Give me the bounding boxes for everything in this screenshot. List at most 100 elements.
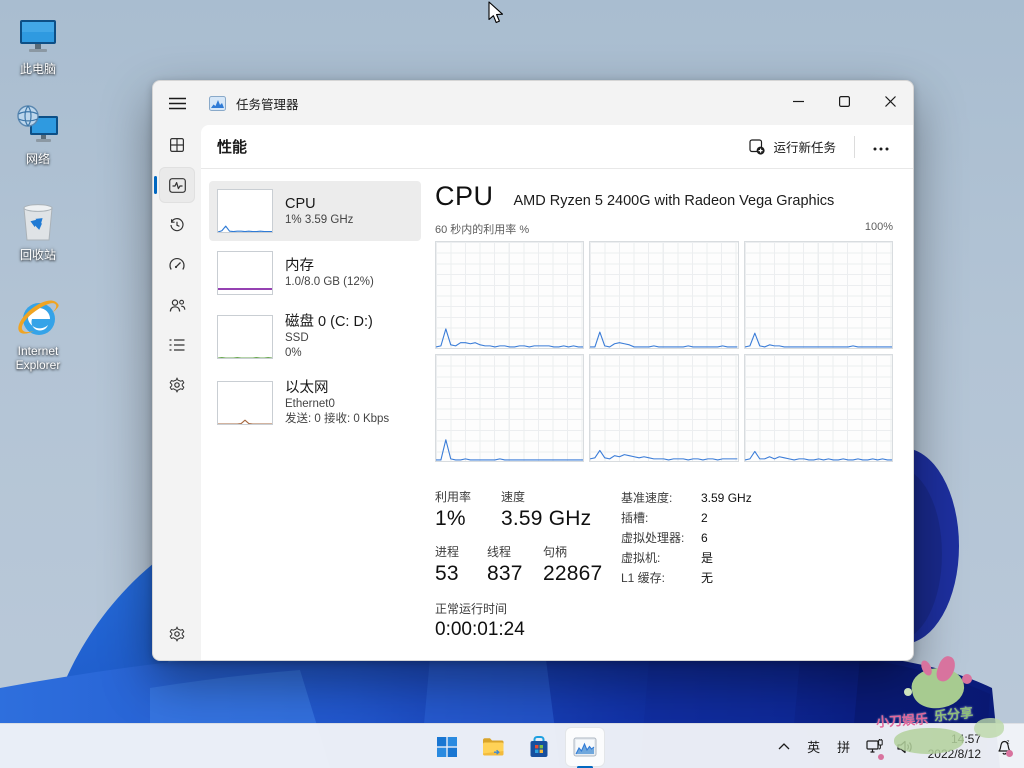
task-manager-window: 任务管理器 xyxy=(152,80,914,661)
window-title: 任务管理器 xyxy=(236,94,299,113)
history-clock-icon xyxy=(169,217,185,233)
core-chart-2 xyxy=(744,241,893,349)
desktop-icon-label: 网络 xyxy=(2,152,74,166)
desktop-icon-label: Internet Explorer xyxy=(2,344,74,372)
clock[interactable]: 14:57 2022/8/12 xyxy=(922,732,987,762)
services-cog-icon xyxy=(169,377,185,393)
perf-item-stat: SSD xyxy=(285,331,373,346)
perf-item-memory[interactable]: 内存 1.0/8.0 GB (12%) xyxy=(209,243,421,303)
perf-item-name: 以太网 xyxy=(285,379,389,397)
stat-label: 速度 xyxy=(501,488,591,505)
run-new-task-button[interactable]: 运行新任务 xyxy=(739,131,846,162)
maximize-button[interactable] xyxy=(821,81,867,121)
titlebar: 任务管理器 xyxy=(153,81,913,125)
tray-chevron-button[interactable] xyxy=(771,729,797,765)
ime-mode-button[interactable]: 英 xyxy=(801,729,827,765)
network-icon xyxy=(14,102,62,150)
nav-settings[interactable] xyxy=(153,614,201,654)
chart-axis-caption: 60 秒内的利用率 % xyxy=(435,221,529,237)
ellipsis-icon xyxy=(873,147,889,151)
menu-hamburger-button[interactable] xyxy=(153,81,201,125)
window-controls xyxy=(775,81,913,121)
startup-gauge-icon xyxy=(169,257,185,273)
volume-tray-button[interactable] xyxy=(892,729,918,765)
notification-center-button[interactable]: z xyxy=(991,729,1018,765)
run-new-task-icon xyxy=(749,139,765,155)
desktop-icon-label: 此电脑 xyxy=(2,62,74,76)
uptime-label: 正常运行时间 xyxy=(435,600,621,617)
this-pc-icon xyxy=(14,12,62,60)
close-icon xyxy=(885,96,896,107)
ethernet-mini-chart xyxy=(217,381,273,425)
nav-processes[interactable] xyxy=(153,125,201,165)
stat-label: 线程 xyxy=(487,543,529,560)
run-new-task-label: 运行新任务 xyxy=(773,137,836,156)
cpu-panel: CPU AMD Ryzen 5 2400G with Radeon Vega G… xyxy=(435,181,893,641)
minimize-button[interactable] xyxy=(775,81,821,121)
chevron-up-icon xyxy=(778,743,790,750)
ime-name-label: 拼 xyxy=(837,737,850,756)
ime-name-button[interactable]: 拼 xyxy=(831,729,857,765)
perf-item-name: 内存 xyxy=(285,257,374,275)
core-chart-5 xyxy=(744,354,893,462)
uptime-value: 0:00:01:24 xyxy=(435,619,621,641)
clock-time: 14:57 xyxy=(928,732,981,747)
mouse-cursor xyxy=(488,1,505,25)
network-tray-button[interactable] xyxy=(861,729,888,765)
nav-startup-apps[interactable] xyxy=(153,245,201,285)
perf-item-ethernet[interactable]: 以太网 Ethernet0 发送: 0 接收: 0 Kbps xyxy=(209,371,421,435)
stat-label: 利用率 xyxy=(435,488,487,505)
performance-list: CPU 1% 3.59 GHz 内存 1.0/8.0 GB (12%) 磁盘 xyxy=(209,181,421,437)
minimize-icon xyxy=(793,96,804,107)
cpu-mini-chart xyxy=(217,189,273,233)
perf-item-disk[interactable]: 磁盘 0 (C: D:) SSD 0% xyxy=(209,305,421,369)
disk-mini-chart xyxy=(217,315,273,359)
nav-performance[interactable] xyxy=(153,165,201,205)
processes-icon xyxy=(169,137,185,153)
core-chart-4 xyxy=(589,354,738,462)
internet-explorer-icon xyxy=(14,294,62,342)
do-not-disturb-bell-icon: z xyxy=(996,739,1013,755)
spec-label: L1 缓存: xyxy=(621,568,701,588)
more-options-button[interactable] xyxy=(863,132,899,162)
spec-value: 3.59 GHz xyxy=(701,488,752,508)
desktop-icon-recycle-bin[interactable]: 回收站 xyxy=(2,198,74,262)
spec-value: 无 xyxy=(701,568,713,588)
memory-mini-chart xyxy=(217,251,273,295)
nav-services[interactable] xyxy=(153,365,201,405)
stat-value-processes: 53 xyxy=(435,562,473,586)
stat-label: 句柄 xyxy=(543,543,602,560)
cpu-stats: 利用率 1% 速度 3.59 GHz 进程 53 xyxy=(435,488,893,641)
svg-text:z: z xyxy=(1007,740,1010,746)
core-chart-0 xyxy=(435,241,584,349)
stat-value-speed: 3.59 GHz xyxy=(501,507,591,531)
header-divider xyxy=(854,136,855,158)
desktop-icon-this-pc[interactable]: 此电脑 xyxy=(2,12,74,76)
core-chart-3 xyxy=(435,354,584,462)
nav-users[interactable] xyxy=(153,285,201,325)
hamburger-icon xyxy=(169,97,186,110)
nav-details[interactable] xyxy=(153,325,201,365)
desktop-icon-network[interactable]: 网络 xyxy=(2,102,74,166)
perf-item-name: 磁盘 0 (C: D:) xyxy=(285,313,373,331)
chart-axis-max: 100% xyxy=(865,221,893,237)
file-explorer-button[interactable] xyxy=(473,727,513,767)
start-button[interactable] xyxy=(427,727,467,767)
perf-item-stat2: 0% xyxy=(285,346,373,361)
stat-value-threads: 837 xyxy=(487,562,529,586)
task-manager-taskbar-button[interactable] xyxy=(565,727,605,767)
logical-processor-charts xyxy=(435,241,893,462)
spec-value: 2 xyxy=(701,508,708,528)
close-button[interactable] xyxy=(867,81,913,121)
stat-value-handles: 22867 xyxy=(543,562,602,586)
page-title: 性能 xyxy=(217,136,247,157)
desktop-icon-internet-explorer[interactable]: Internet Explorer xyxy=(2,294,74,372)
perf-item-stat: Ethernet0 xyxy=(285,397,389,412)
spec-label: 虚拟处理器: xyxy=(621,528,701,548)
microsoft-store-icon xyxy=(528,736,550,758)
content-area: 性能 运行新任务 xyxy=(201,125,913,660)
microsoft-store-button[interactable] xyxy=(519,727,559,767)
perf-item-stat: 1.0/8.0 GB (12%) xyxy=(285,275,374,290)
perf-item-cpu[interactable]: CPU 1% 3.59 GHz xyxy=(209,181,421,241)
nav-app-history[interactable] xyxy=(153,205,201,245)
